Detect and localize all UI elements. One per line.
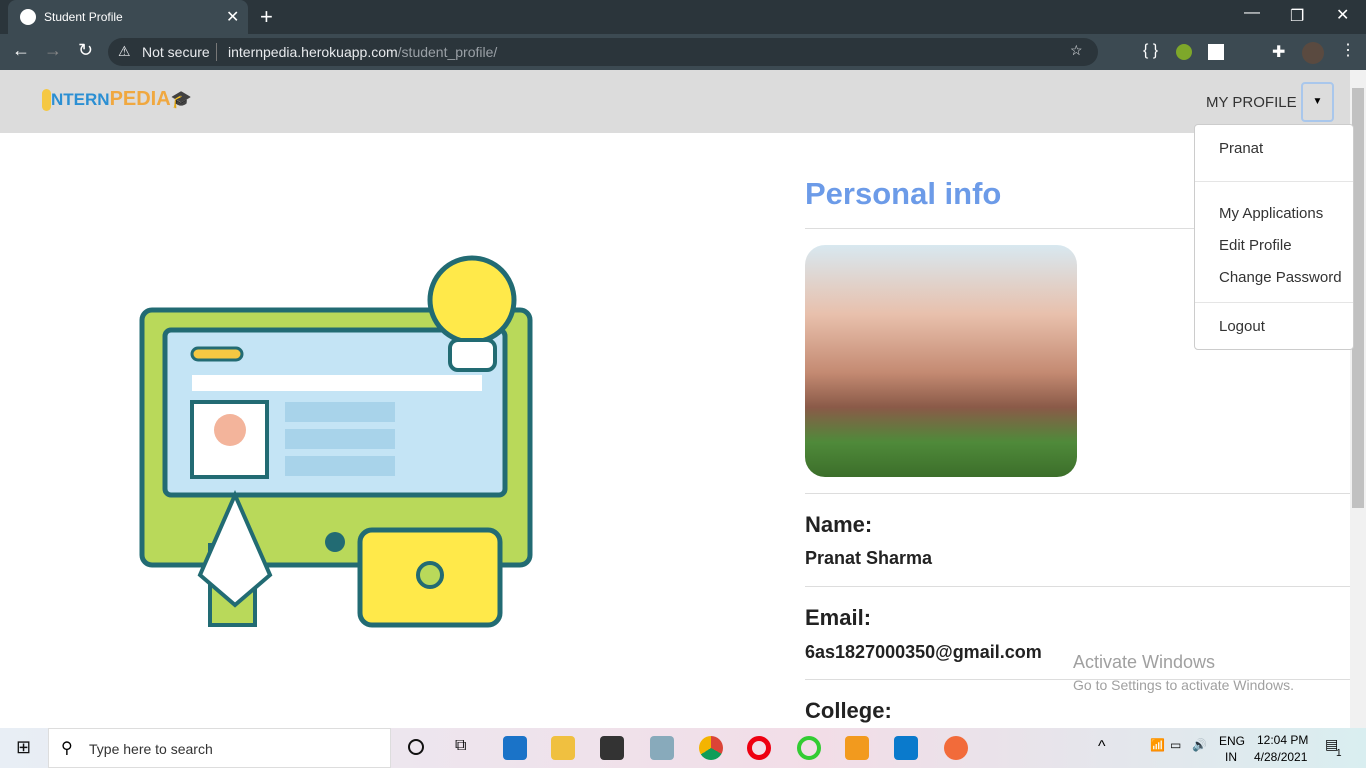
- name-value: Pranat Sharma: [805, 548, 933, 568]
- divider: [216, 43, 217, 61]
- url: internpedia.herokuapp.com/student_profil…: [228, 44, 497, 60]
- site-navbar: NTERNPEDIA🎓 MY PROFILE ▼: [0, 70, 1350, 133]
- divider: [805, 493, 1350, 494]
- name-label: Name:: [805, 512, 873, 537]
- opera-icon[interactable]: [747, 736, 771, 760]
- taskbar-search[interactable]: ⚲ Type here to search: [48, 728, 391, 768]
- app-icon[interactable]: [797, 736, 821, 760]
- browser-toolbar: ← → ↻ ⚠ Not secure internpedia.herokuapp…: [0, 34, 1366, 70]
- profile-dropdown-menu: Pranat My Applications Edit Profile Chan…: [1194, 124, 1354, 350]
- dropdown-toggle[interactable]: ▼: [1301, 82, 1334, 122]
- extension-icon[interactable]: { }: [1143, 42, 1158, 60]
- dropdown-username[interactable]: Pranat: [1219, 140, 1263, 157]
- back-icon[interactable]: ←: [12, 40, 30, 61]
- tab-strip: Student Profile ✕ + — ❐ ✕: [0, 0, 1366, 34]
- divider: [1195, 302, 1353, 303]
- section-title: Personal info: [805, 176, 1002, 211]
- menu-icon[interactable]: ⋮: [1340, 40, 1356, 60]
- chrome-icon[interactable]: [699, 736, 723, 760]
- address-bar[interactable]: ⚠ Not secure internpedia.herokuapp.com/s…: [108, 38, 1098, 66]
- region[interactable]: IN: [1225, 750, 1237, 764]
- close-window-button[interactable]: ✕: [1336, 5, 1349, 25]
- menu-logout[interactable]: Logout: [1219, 318, 1265, 335]
- warning-icon: ⚠: [118, 43, 131, 59]
- bookmark-star-icon[interactable]: ☆: [1070, 42, 1083, 59]
- wifi-icon[interactable]: 📶: [1150, 738, 1165, 752]
- internpedia-logo[interactable]: NTERNPEDIA🎓: [42, 88, 192, 111]
- postman-icon[interactable]: [944, 736, 968, 760]
- tab-title: Student Profile: [44, 10, 123, 24]
- activate-windows-subtitle: Go to Settings to activate Windows.: [1073, 677, 1294, 693]
- windows-start-icon[interactable]: ⊞: [16, 737, 31, 758]
- task-view-icon[interactable]: ⧉: [455, 737, 466, 755]
- volume-icon[interactable]: 🔊: [1192, 738, 1207, 752]
- menu-my-applications[interactable]: My Applications: [1219, 205, 1323, 222]
- notification-count: 1: [1336, 748, 1342, 759]
- profile-photo: [805, 245, 1077, 477]
- sublime-icon[interactable]: [845, 736, 869, 760]
- url-host: internpedia.herokuapp.com: [228, 44, 398, 60]
- menu-change-password[interactable]: Change Password: [1219, 269, 1342, 286]
- divider: [1195, 181, 1353, 182]
- puzzle-icon[interactable]: ✚: [1272, 42, 1285, 62]
- email-label: Email:: [805, 605, 872, 630]
- browser-tab[interactable]: Student Profile ✕: [8, 0, 248, 34]
- vscode-icon[interactable]: [894, 736, 918, 760]
- profile-illustration: [139, 255, 533, 628]
- forward-icon[interactable]: →: [44, 40, 62, 61]
- logo-text: NTERN: [51, 90, 110, 109]
- extension-icon[interactable]: [1176, 44, 1192, 60]
- laptop-icon[interactable]: [650, 736, 674, 760]
- avatar[interactable]: [1302, 42, 1324, 64]
- minimize-button[interactable]: —: [1244, 4, 1260, 22]
- college-label: College:: [805, 698, 892, 723]
- battery-icon[interactable]: ▭: [1170, 738, 1181, 752]
- new-tab-button[interactable]: +: [260, 4, 273, 30]
- grad-cap-icon: 🎓: [170, 90, 192, 109]
- my-profile-link[interactable]: MY PROFILE: [1206, 94, 1297, 111]
- file-explorer-icon[interactable]: [551, 736, 575, 760]
- taskbar: ⊞ ⚲ Type here to search ⧉ ^ 📶 ▭ 🔊 ENG IN…: [0, 728, 1366, 768]
- globe-icon: [20, 9, 36, 25]
- security-label: Not secure: [142, 44, 210, 60]
- url-path: /student_profile/: [397, 44, 498, 60]
- mail-icon[interactable]: [503, 736, 527, 760]
- store-icon[interactable]: [600, 736, 624, 760]
- search-icon: ⚲: [61, 740, 73, 757]
- activate-windows-title: Activate Windows: [1073, 652, 1216, 672]
- search-placeholder: Type here to search: [89, 741, 213, 757]
- divider: [805, 586, 1350, 587]
- menu-edit-profile[interactable]: Edit Profile: [1219, 237, 1292, 254]
- clock-date[interactable]: 4/28/2021: [1254, 750, 1307, 764]
- reload-icon[interactable]: ↻: [78, 40, 93, 61]
- extension-icon[interactable]: [1208, 44, 1224, 60]
- cortana-icon[interactable]: [408, 739, 424, 755]
- bulb-icon: [42, 89, 51, 111]
- maximize-button[interactable]: ❐: [1290, 6, 1304, 26]
- language[interactable]: ENG: [1219, 734, 1245, 748]
- tray-chevron-icon[interactable]: ^: [1098, 738, 1106, 756]
- close-tab-icon[interactable]: ✕: [226, 7, 239, 27]
- email-value: 6as1827000350@gmail.com: [805, 642, 1042, 662]
- logo-text: PEDIA: [109, 88, 171, 110]
- clock-time[interactable]: 12:04 PM: [1257, 733, 1308, 747]
